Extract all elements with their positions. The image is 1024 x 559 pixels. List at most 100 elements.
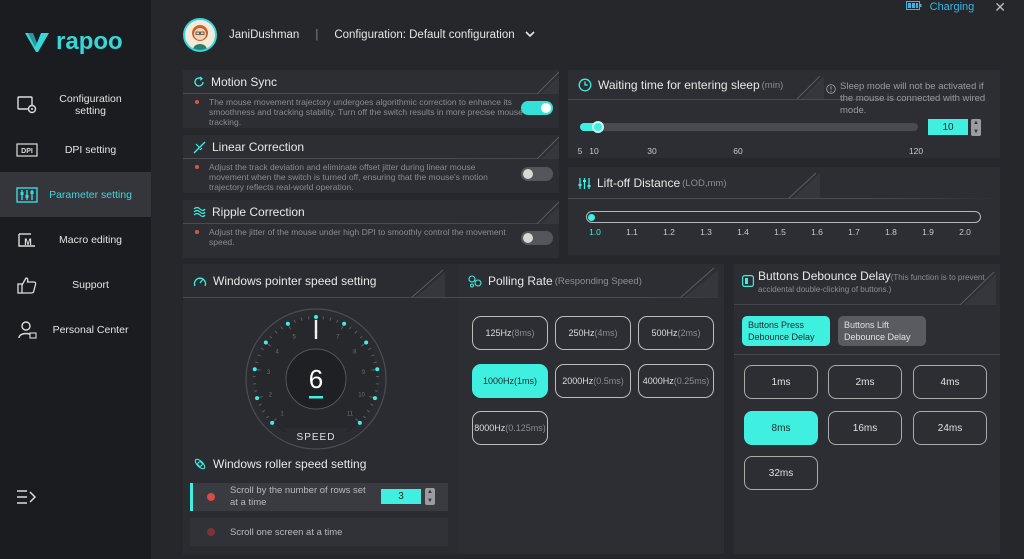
lod-tick-label: 1.5 [774, 227, 786, 237]
polling-option-500hz[interactable]: 500Hz (2ms) [638, 316, 714, 350]
bullet-dot [195, 230, 199, 234]
ripple-correction-toggle[interactable] [521, 231, 553, 245]
thumbs-up-icon [16, 274, 38, 296]
lod-slider-track[interactable] [586, 211, 981, 223]
sleep-value-field[interactable]: 10 [928, 119, 968, 135]
chevron-down-icon[interactable] [525, 29, 535, 41]
info-icon [826, 81, 836, 117]
menu-collapse-icon[interactable] [16, 489, 38, 507]
gauge-dot [263, 340, 268, 345]
macro-icon: M [16, 229, 38, 251]
sleep-panel: Waiting time for entering sleep (min) Sl… [568, 70, 1000, 158]
gauge-tick [329, 317, 332, 321]
radio-unselected[interactable] [207, 528, 215, 536]
sidebar-item-label: Parameter setting [49, 188, 132, 201]
close-icon[interactable]: ✕ [994, 0, 1006, 16]
main-area: Charging ✕ JaniDushman | Configuration: … [151, 0, 1024, 559]
polling-ms: (0.125ms) [505, 423, 546, 433]
polling-ms: (8ms) [511, 328, 535, 338]
lod-tick-label: 1.0 [589, 227, 601, 237]
sidebar-item-label: Personal Center [52, 323, 129, 336]
debounce-option-24ms[interactable]: 24ms [913, 411, 987, 445]
sidebar-item-configuration[interactable]: Configuration setting [0, 82, 151, 127]
gauge-label: 11 [347, 411, 354, 417]
linear-correction-toggle[interactable] [521, 167, 553, 181]
lod-slider-thumb[interactable] [588, 213, 595, 221]
roller-rows-stepper[interactable]: ▲ ▼ [425, 488, 435, 505]
sidebar: rapoo Configuration setting DPI DPI sett… [0, 0, 151, 559]
stepper-down-icon[interactable]: ▼ [427, 498, 433, 504]
debounce-option-4ms[interactable]: 4ms [913, 365, 987, 399]
debounce-panel: Buttons Debounce Delay(This function is … [734, 264, 1000, 554]
radio-selected[interactable] [207, 493, 215, 501]
lod-tick-label: 1.4 [737, 227, 749, 237]
brand-name: rapoo [56, 28, 123, 55]
roller-option-screen[interactable]: Scroll one screen at a time [190, 518, 448, 546]
polling-rate-panel: Polling Rate (Responding Speed) 125Hz (8m… [458, 264, 724, 554]
gauge-dot [375, 367, 380, 372]
motion-sync-desc: The mouse movement trajectory undergoes … [183, 97, 528, 127]
ripple-icon [193, 206, 206, 218]
configuration-icon [16, 94, 38, 116]
polling-option-4000hz[interactable]: 4000Hz (0.25ms) [638, 364, 714, 398]
stepper-down-icon[interactable]: ▼ [973, 129, 979, 135]
sidebar-item-label: Configuration setting [59, 92, 122, 117]
roller-option-rows[interactable]: Scroll by the number of rows set at a ti… [190, 483, 448, 511]
polling-hz: 250Hz [568, 328, 595, 338]
pointer-speed-gauge[interactable]: 1234567891011 6 SPEED [243, 306, 389, 452]
polling-option-1000hz[interactable]: 1000Hz (1ms) [472, 364, 548, 398]
sidebar-item-macro[interactable]: M Macro editing [0, 217, 151, 262]
debounce-option-2ms[interactable]: 2ms [828, 365, 902, 399]
sidebar-item-support[interactable]: Support [0, 262, 151, 307]
motion-sync-title: Motion Sync [211, 75, 278, 89]
polling-hz: 125Hz [485, 328, 512, 338]
roller-rows-field[interactable]: 3 [381, 489, 421, 504]
roller-speed-title: Windows roller speed setting [213, 457, 367, 471]
panel-title: Buttons Debounce Delay(This function is … [734, 270, 1000, 305]
debounce-option-32ms[interactable]: 32ms [744, 456, 818, 490]
lod-tick-label: 1.6 [811, 227, 823, 237]
parameter-icon [16, 184, 38, 206]
tab-lift-debounce[interactable]: Buttons Lift Debounce Delay [838, 316, 926, 346]
polling-option-2000hz[interactable]: 2000Hz (0.5ms) [555, 364, 631, 398]
panel-title: Linear Correction [183, 135, 559, 159]
polling-ms: (0.5ms) [593, 376, 624, 386]
configuration-selector[interactable]: Configuration: Default configuration [334, 29, 514, 41]
bullet-dot [195, 165, 199, 169]
polling-ms: (1ms) [514, 376, 538, 386]
lod-tick-label: 1.7 [848, 227, 860, 237]
lod-tick-label: 1.9 [922, 227, 934, 237]
gauge-dot [364, 340, 369, 345]
linear-correction-panel: Linear Correction Adjust the track devia… [183, 135, 559, 193]
sidebar-nav: Configuration setting DPI DPI setting Pa… [0, 82, 151, 352]
debounce-option-8ms[interactable]: 8ms [744, 411, 818, 445]
person-icon [16, 319, 38, 341]
debounce-option-1ms[interactable]: 1ms [744, 365, 818, 399]
speed-label: SPEED [297, 432, 336, 443]
gauge-label: 10 [358, 392, 365, 398]
sidebar-item-parameter[interactable]: Parameter setting [0, 172, 151, 217]
debounce-option-16ms[interactable]: 16ms [828, 411, 902, 445]
polling-option-125hz[interactable]: 125Hz (8ms) [472, 316, 548, 350]
polling-option-250hz[interactable]: 250Hz (4ms) [555, 316, 631, 350]
panel-title: Polling Rate (Responding Speed) [458, 264, 724, 298]
gauge-tick [374, 390, 378, 392]
gauge-dot [252, 367, 257, 372]
polling-hz: 500Hz [651, 328, 678, 338]
linear-correction-title: Linear Correction [212, 140, 305, 154]
sidebar-item-dpi[interactable]: DPI DPI setting [0, 127, 151, 172]
sidebar-item-label: Support [72, 278, 109, 291]
polling-option-8000hz[interactable]: 8000Hz (0.125ms) [472, 411, 548, 445]
panel-title: Motion Sync [183, 70, 559, 94]
gauge-dot [255, 396, 260, 401]
motion-sync-toggle[interactable] [521, 101, 553, 115]
avatar[interactable] [183, 18, 217, 52]
sidebar-item-personal[interactable]: Personal Center [0, 307, 151, 352]
sleep-slider-track[interactable] [580, 121, 918, 133]
sleep-stepper[interactable]: ▲ ▼ [971, 119, 981, 136]
stepper-up-icon[interactable]: ▲ [973, 120, 979, 126]
sleep-slider-thumb[interactable] [592, 121, 604, 133]
stepper-up-icon[interactable]: ▲ [427, 489, 433, 495]
tab-press-debounce[interactable]: Buttons Press Debounce Delay [742, 316, 830, 346]
sleep-tick-label: 5 [577, 146, 583, 156]
